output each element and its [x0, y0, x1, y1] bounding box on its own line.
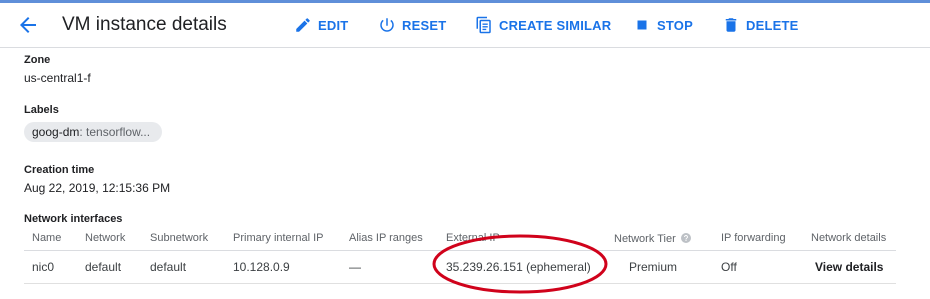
label-chip[interactable]: goog-dm : tensorflow... — [24, 122, 162, 142]
col-network-tier-label: Network Tier — [614, 233, 676, 245]
vm-instance-details-page: VM instance details EDIT RESET CREATE SI… — [0, 0, 930, 299]
creation-time-label: Creation time — [24, 164, 95, 176]
col-primary-internal-ip: Primary internal IP — [233, 232, 324, 244]
copy-icon — [476, 16, 491, 34]
stop-button[interactable]: STOP — [633, 13, 693, 37]
delete-label: DELETE — [746, 17, 799, 33]
power-icon — [380, 18, 394, 32]
view-details-link[interactable]: View details — [815, 260, 883, 274]
zone-value: us-central1-f — [24, 71, 91, 85]
stop-icon — [637, 20, 647, 30]
delete-button[interactable]: DELETE — [722, 13, 798, 37]
page-header: VM instance details EDIT RESET CREATE SI… — [0, 3, 930, 48]
labels-label: Labels — [24, 104, 59, 116]
stop-label: STOP — [657, 17, 693, 33]
edit-label: EDIT — [318, 17, 349, 33]
trash-icon — [725, 18, 737, 32]
cell-ip-forwarding: Off — [721, 260, 737, 274]
col-external-ip: External IP — [446, 232, 500, 244]
col-network: Network — [85, 232, 126, 244]
reset-button[interactable]: RESET — [378, 13, 446, 37]
table-header: Name Network Subnetwork Primary internal… — [24, 228, 896, 251]
label-chip-key: goog-dm — [32, 125, 80, 139]
create-similar-label: CREATE SIMILAR — [499, 17, 612, 33]
col-subnetwork: Subnetwork — [150, 232, 209, 244]
creation-time-value: Aug 22, 2019, 12:15:36 PM — [24, 181, 171, 195]
col-ip-forwarding: IP forwarding — [721, 232, 786, 244]
network-interfaces-table: Name Network Subnetwork Primary internal… — [24, 228, 896, 284]
cell-name: nic0 — [32, 260, 55, 274]
back-button[interactable] — [16, 13, 40, 37]
create-similar-button[interactable]: CREATE SIMILAR — [475, 13, 611, 37]
cell-primary-internal-ip: 10.128.0.9 — [233, 260, 290, 274]
cell-network-tier: Premium — [629, 260, 678, 274]
network-interfaces-label: Network interfaces — [24, 213, 123, 225]
cell-external-ip: 35.239.26.151 (ephemeral) — [446, 260, 591, 274]
table-row: nic0 default default 10.128.0.9 — 35.239… — [24, 251, 896, 284]
label-chip-value: : tensorflow... — [79, 125, 151, 139]
zone-label: Zone — [24, 54, 51, 66]
col-alias-ip-ranges: Alias IP ranges — [349, 232, 423, 244]
page-title: VM instance details — [62, 14, 227, 35]
cell-network: default — [85, 260, 122, 274]
help-icon[interactable] — [680, 232, 692, 244]
reset-label: RESET — [402, 17, 447, 33]
cell-subnetwork: default — [150, 260, 187, 274]
col-network-tier: Network Tier — [614, 232, 692, 245]
cell-alias-ip-ranges: — — [349, 260, 361, 274]
col-network-details: Network details — [811, 232, 887, 244]
col-name: Name — [32, 232, 62, 244]
back-arrow-icon — [20, 17, 36, 33]
edit-button[interactable]: EDIT — [294, 13, 348, 37]
pencil-icon — [296, 18, 310, 32]
